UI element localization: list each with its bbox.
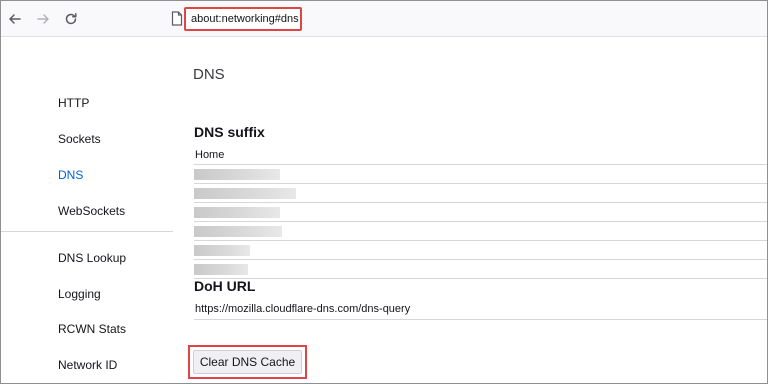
sidebar-nav: HTTP Sockets DNS WebSockets DNS Lookup L… [1, 38, 176, 383]
redacted-value [194, 207, 280, 218]
table-row [194, 203, 767, 222]
table-row [194, 222, 767, 241]
url-text: about:networking#dns [191, 13, 299, 25]
page-title: DNS [193, 66, 225, 83]
redacted-value [194, 264, 248, 275]
sidebar-item-network-id[interactable]: Network ID [58, 358, 117, 372]
sidebar-item-sockets[interactable]: Sockets [58, 132, 101, 146]
reload-icon[interactable] [61, 9, 81, 29]
page-icon [171, 11, 183, 26]
redacted-value [194, 226, 282, 237]
sidebar-item-rcwn-stats[interactable]: RCWN Stats [58, 322, 126, 336]
table-row [194, 165, 767, 184]
sidebar-item-dns-lookup[interactable]: DNS Lookup [58, 251, 126, 265]
redacted-value [194, 245, 250, 256]
browser-window: about:networking#dns HTTP Sockets DNS We… [0, 0, 768, 384]
redacted-value [194, 169, 280, 180]
arrow-left-icon[interactable] [5, 9, 25, 29]
table-row: Home [194, 146, 767, 165]
arrow-right-icon[interactable] [33, 9, 53, 29]
table-row [194, 241, 767, 260]
sidebar-item-dns[interactable]: DNS [58, 168, 83, 182]
dns-suffix-heading: DNS suffix [194, 124, 265, 140]
clear-dns-cache-highlight: Clear DNS Cache [188, 345, 307, 379]
clear-dns-cache-button[interactable]: Clear DNS Cache [193, 350, 302, 374]
sidebar-item-logging[interactable]: Logging [58, 287, 101, 301]
doh-url-heading: DoH URL [194, 278, 256, 294]
table-row: https://mozilla.cloudflare-dns.com/dns-q… [194, 300, 767, 320]
table-row [194, 184, 767, 203]
sidebar-item-http[interactable]: HTTP [58, 96, 89, 110]
sidebar-divider [1, 231, 173, 232]
doh-url-value: https://mozilla.cloudflare-dns.com/dns-q… [195, 303, 411, 315]
dns-suffix-value: Home [195, 149, 225, 161]
url-bar[interactable]: about:networking#dns [184, 7, 302, 31]
browser-toolbar: about:networking#dns [1, 1, 767, 37]
table-row [194, 260, 767, 279]
sidebar-item-websockets[interactable]: WebSockets [58, 204, 125, 218]
redacted-value [194, 188, 296, 199]
main-content: DNS DNS suffix Home DoH URL https://mozi… [176, 38, 767, 383]
